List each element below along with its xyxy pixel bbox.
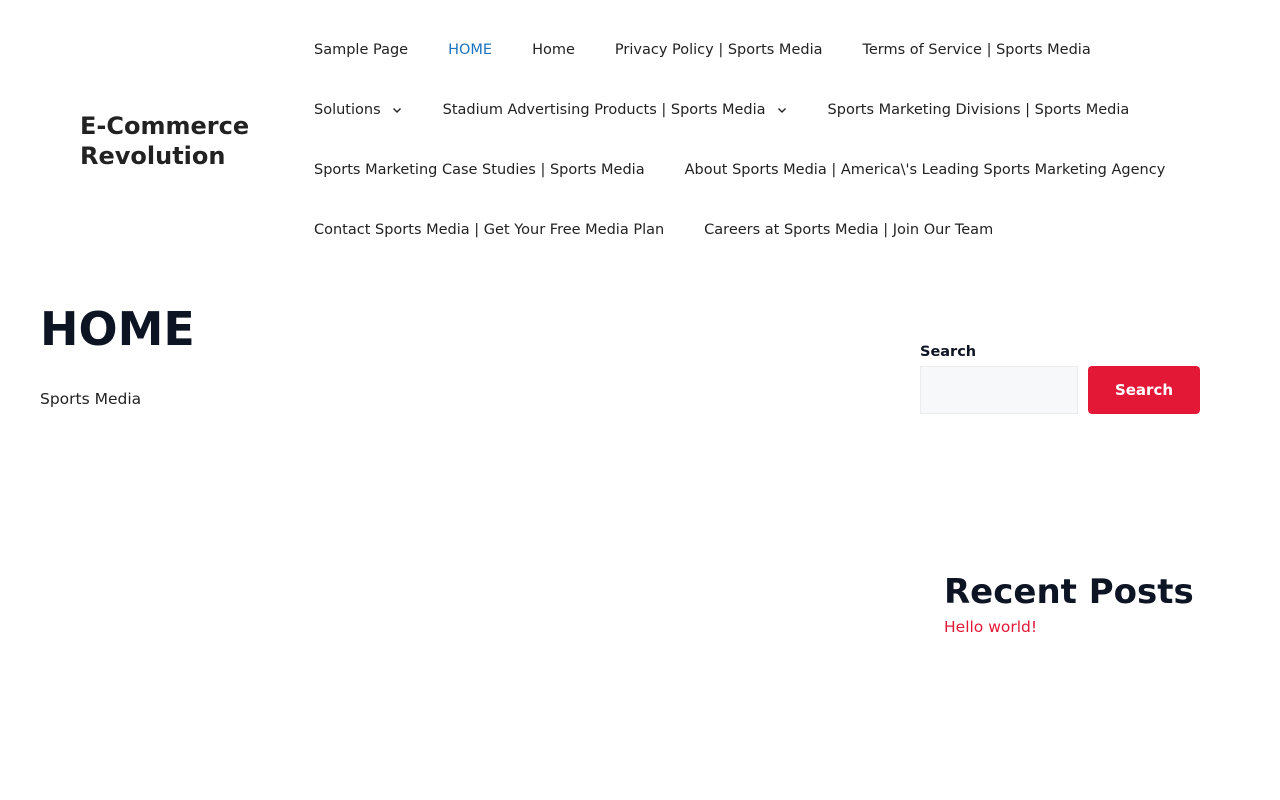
nav-item-label: Sample Page: [314, 42, 409, 58]
nav-item[interactable]: Sports Marketing Case Studies | Sports M…: [294, 140, 665, 200]
page-title: HOME: [40, 302, 195, 356]
site-title[interactable]: E-Commerce Revolution: [80, 111, 280, 171]
nav-item[interactable]: Privacy Policy | Sports Media: [595, 20, 843, 80]
nav-item-label: Sports Marketing Divisions | Sports Medi…: [827, 102, 1130, 118]
nav-item-label: Solutions: [314, 102, 381, 118]
nav-item-label: Contact Sports Media | Get Your Free Med…: [314, 222, 665, 238]
recent-posts-title: Recent Posts: [944, 572, 1194, 612]
nav-item[interactable]: Sample Page: [294, 20, 428, 80]
nav-item-label: Privacy Policy | Sports Media: [614, 42, 823, 58]
chevron-down-icon[interactable]: [776, 104, 788, 116]
search-button[interactable]: Search: [1088, 366, 1200, 414]
nav-item[interactable]: Sports Marketing Divisions | Sports Medi…: [808, 80, 1150, 140]
nav-item-label: HOME: [448, 42, 493, 58]
nav-item-label: Home: [532, 42, 575, 58]
nav-item[interactable]: Contact Sports Media | Get Your Free Med…: [294, 200, 684, 260]
nav-item[interactable]: About Sports Media | America\'s Leading …: [665, 140, 1186, 200]
page-content: Sports Media: [40, 390, 142, 408]
search-label: Search: [920, 344, 977, 360]
nav-item-label: About Sports Media | America\'s Leading …: [684, 162, 1166, 178]
page: E-Commerce Revolution Sample Page HOME Hom…: [0, 0, 1280, 800]
nav-item[interactable]: HOME: [428, 20, 512, 80]
chevron-down-icon[interactable]: [391, 104, 403, 116]
nav-item-label: Careers at Sports Media | Join Our Team: [704, 222, 994, 238]
nav-item-label: Sports Marketing Case Studies | Sports M…: [314, 162, 645, 178]
search-input[interactable]: [920, 366, 1078, 414]
nav-item[interactable]: Solutions: [294, 80, 423, 140]
main-navigation: Sample Page HOME Home Privacy Policy | Spor…: [294, 20, 1234, 260]
nav-item[interactable]: Stadium Advertising Products | Sports Me…: [423, 80, 808, 140]
recent-post-link[interactable]: Hello world!: [944, 616, 1037, 638]
nav-item-label: Stadium Advertising Products | Sports Me…: [442, 102, 766, 118]
nav-item[interactable]: Careers at Sports Media | Join Our Team: [684, 200, 1013, 260]
nav-item[interactable]: Terms of Service | Sports Media: [842, 20, 1110, 80]
nav-item[interactable]: Home: [512, 20, 595, 80]
nav-item-label: Terms of Service | Sports Media: [862, 42, 1091, 58]
